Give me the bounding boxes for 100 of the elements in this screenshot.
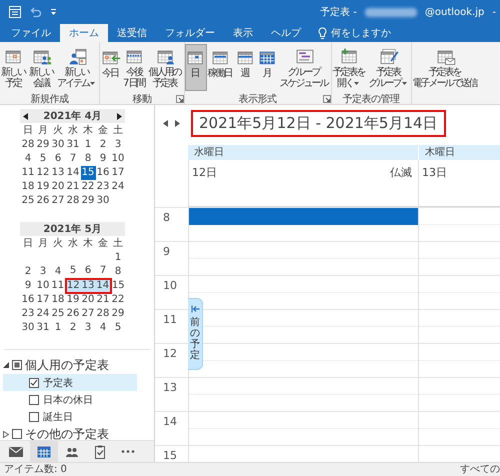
calendar-day[interactable]: 28 xyxy=(66,194,80,208)
calendar-day[interactable]: 17 xyxy=(36,292,50,306)
ribbon-button[interactable]: 稼働日 xyxy=(206,44,235,91)
ribbon-button[interactable]: 月 xyxy=(256,44,279,91)
calendar-day[interactable]: 3 xyxy=(80,320,96,334)
nav-button[interactable] xyxy=(30,441,58,462)
collapse-arrow-icon[interactable] xyxy=(3,430,9,438)
calendar-day[interactable]: 22 xyxy=(80,180,96,194)
calendar-day[interactable]: 5 xyxy=(110,320,126,334)
ribbon-button[interactable]: 日 xyxy=(184,44,207,91)
calendar-day[interactable]: 23 xyxy=(20,306,36,320)
calendar-day[interactable]: 2 xyxy=(66,320,80,334)
calendar-day[interactable]: 9 xyxy=(96,152,110,166)
checkbox[interactable] xyxy=(29,394,39,404)
expand-arrow-icon[interactable] xyxy=(3,362,9,368)
calendar-list-item[interactable]: 日本の休日 xyxy=(3,391,137,408)
calendar-day[interactable]: 5 xyxy=(66,264,80,278)
calendar-day[interactable]: 20 xyxy=(80,292,96,306)
calendar-day[interactable]: 16 xyxy=(96,166,110,180)
calendar-group-header[interactable]: 個人用の予定表 xyxy=(0,356,115,374)
calendar-day[interactable]: 7 xyxy=(66,152,80,166)
minimize-button[interactable]: - xyxy=(492,6,496,18)
calendar-day[interactable]: 8 xyxy=(110,264,126,278)
checkbox[interactable] xyxy=(29,412,39,422)
calendar-day[interactable]: 26 xyxy=(36,194,50,208)
calendar-day[interactable]: 25 xyxy=(50,306,66,320)
calendar-day[interactable]: 27 xyxy=(50,194,66,208)
calendar-day[interactable]: 24 xyxy=(36,306,50,320)
next-arrow-icon[interactable] xyxy=(175,120,180,127)
ribbon-tab[interactable]: 表示 xyxy=(224,24,262,42)
calendar-day[interactable]: 15 xyxy=(110,278,126,292)
calendar-day[interactable]: 26 xyxy=(66,306,80,320)
calendar-day[interactable]: 14 xyxy=(66,166,80,180)
calendar-day[interactable]: 27 xyxy=(80,306,96,320)
calendar-day[interactable]: 30 xyxy=(20,320,36,334)
launcher-icon[interactable] xyxy=(176,95,184,103)
calendar-day[interactable]: 29 xyxy=(80,194,96,208)
calendar-day[interactable]: 3 xyxy=(36,264,50,278)
calendar-day[interactable]: 31 xyxy=(36,320,50,334)
calendar-day[interactable]: 13 xyxy=(80,278,96,292)
ribbon-button[interactable]: 個人用の 予定表 xyxy=(148,44,184,91)
calendar-day[interactable]: 1 xyxy=(80,138,96,152)
calendar-day[interactable]: 30 xyxy=(50,138,66,152)
tell-me-field[interactable]: 何をしますか xyxy=(331,28,411,38)
ribbon-button[interactable]: 予定表を 電子メールで送信 xyxy=(412,44,480,91)
calendar-day[interactable]: 2 xyxy=(20,264,36,278)
customize-caret-icon[interactable] xyxy=(50,8,57,16)
calendar-day[interactable]: 14 xyxy=(96,278,110,292)
calendar-day[interactable]: 10 xyxy=(110,152,126,166)
previous-appointment-tab[interactable]: 前の予定 xyxy=(188,298,203,370)
calendar-day[interactable]: 12 xyxy=(66,278,80,292)
undo-icon[interactable] xyxy=(30,6,42,18)
ribbon-button[interactable]: グループ スケジュール xyxy=(278,44,331,91)
calendar-day[interactable]: 11 xyxy=(50,278,66,292)
calendar-day[interactable]: 6 xyxy=(50,152,66,166)
calendar-day[interactable]: 13 xyxy=(50,166,66,180)
next-month-arrow-icon[interactable] xyxy=(117,112,122,120)
calendar-day[interactable]: 1 xyxy=(110,250,126,264)
lightbulb-icon[interactable] xyxy=(318,26,327,40)
ribbon-button[interactable]: 新しい アイテム xyxy=(56,44,99,91)
calendar-day[interactable]: 3 xyxy=(110,138,126,152)
calendar-day[interactable]: 12 xyxy=(36,166,50,180)
calendar-day[interactable]: 20 xyxy=(50,180,66,194)
ribbon-button[interactable]: 新しい 会議 xyxy=(28,44,56,91)
ribbon-button[interactable]: 今日 xyxy=(100,44,122,91)
calendar-day[interactable]: 30 xyxy=(96,194,110,208)
calendar-day[interactable]: 18 xyxy=(50,292,66,306)
calendar-day[interactable]: 19 xyxy=(66,292,80,306)
ribbon-tab[interactable]: ヘルプ xyxy=(262,24,310,42)
calendar-day[interactable]: 31 xyxy=(66,138,80,152)
calendar-day[interactable]: 21 xyxy=(96,292,110,306)
checkbox[interactable] xyxy=(29,378,39,388)
calendar-group-header[interactable]: その他の予定表 xyxy=(0,425,115,443)
calendar-day[interactable]: 29 xyxy=(36,138,50,152)
checkbox[interactable] xyxy=(12,360,22,370)
calendar-day[interactable]: 18 xyxy=(20,180,36,194)
ribbon-button[interactable]: 予定表 グループ xyxy=(368,44,411,91)
ribbon-tab[interactable]: ファイル xyxy=(2,24,60,42)
calendar-day[interactable]: 19 xyxy=(36,180,50,194)
calendar-day[interactable]: 29 xyxy=(110,306,126,320)
calendar-day[interactable]: 15 xyxy=(80,166,96,180)
ribbon-tab[interactable]: ホーム xyxy=(60,24,108,42)
calendar-list-item[interactable]: 誕生日 xyxy=(3,408,137,425)
previous-month-arrow-icon[interactable] xyxy=(23,112,28,120)
previous-arrow-icon[interactable] xyxy=(163,120,168,127)
calendar-day[interactable]: 4 xyxy=(96,320,110,334)
calendar-day[interactable]: 9 xyxy=(20,278,36,292)
checkbox[interactable] xyxy=(12,429,22,439)
calendar-day[interactable]: 28 xyxy=(96,306,110,320)
calendar-day[interactable]: 11 xyxy=(20,166,36,180)
calendar-day[interactable]: 1 xyxy=(50,320,66,334)
calendar-day[interactable]: 22 xyxy=(110,292,126,306)
ribbon-button[interactable]: 予定表を 開く xyxy=(332,44,368,91)
calendar-day[interactable]: 25 xyxy=(20,194,36,208)
calendar-day[interactable]: 10 xyxy=(36,278,50,292)
ribbon-tab[interactable]: 送受信 xyxy=(108,24,156,42)
ribbon-button[interactable]: 新しい 予定 xyxy=(0,44,28,91)
ribbon-button[interactable]: 今後 7 日間 xyxy=(122,44,148,91)
calendar-day[interactable]: 16 xyxy=(20,292,36,306)
ribbon-button[interactable]: 週 xyxy=(234,44,257,91)
